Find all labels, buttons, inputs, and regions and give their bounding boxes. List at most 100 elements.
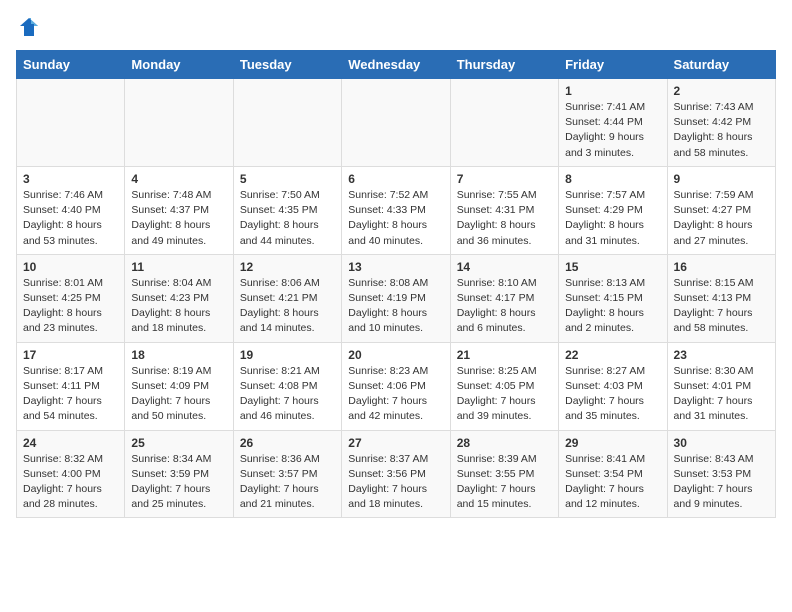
calendar-cell: 6 Sunrise: 7:52 AMSunset: 4:33 PMDaylight… <box>342 166 450 254</box>
calendar-cell: 22Sunrise: 8:27 AMSunset: 4:03 PMDayligh… <box>559 342 667 430</box>
day-info: Sunrise: 8:36 AMSunset: 3:57 PMDaylight:… <box>240 452 335 513</box>
calendar-week-row: 3 Sunrise: 7:46 AMSunset: 4:40 PMDaylight… <box>17 166 776 254</box>
calendar-cell: 8 Sunrise: 7:57 AMSunset: 4:29 PMDaylight… <box>559 166 667 254</box>
calendar-cell: 15 Sunrise: 8:13 AMSunset: 4:15 PMDayligh… <box>559 254 667 342</box>
day-number: 17 <box>23 348 118 362</box>
logo <box>16 16 40 38</box>
calendar-header-monday: Monday <box>125 51 233 79</box>
day-number: 1 <box>565 84 660 98</box>
page-header <box>16 16 776 38</box>
day-info: Sunrise: 8:39 AMSunset: 3:55 PMDaylight:… <box>457 452 552 513</box>
day-number: 12 <box>240 260 335 274</box>
calendar-cell: 3 Sunrise: 7:46 AMSunset: 4:40 PMDaylight… <box>17 166 125 254</box>
day-number: 20 <box>348 348 443 362</box>
calendar-cell: 11 Sunrise: 8:04 AMSunset: 4:23 PMDayligh… <box>125 254 233 342</box>
day-info: Sunrise: 7:48 AMSunset: 4:37 PMDaylight:… <box>131 188 226 249</box>
calendar-cell <box>233 79 341 167</box>
day-number: 15 <box>565 260 660 274</box>
calendar-week-row: 1 Sunrise: 7:41 AMSunset: 4:44 PMDaylight… <box>17 79 776 167</box>
day-info: Sunrise: 8:23 AMSunset: 4:06 PMDaylight:… <box>348 364 443 425</box>
day-number: 25 <box>131 436 226 450</box>
day-number: 3 <box>23 172 118 186</box>
calendar-cell: 23 Sunrise: 8:30 AMSunset: 4:01 PMDayligh… <box>667 342 775 430</box>
calendar-cell: 29 Sunrise: 8:41 AMSunset: 3:54 PMDayligh… <box>559 430 667 518</box>
day-info: Sunrise: 7:46 AMSunset: 4:40 PMDaylight:… <box>23 188 118 249</box>
calendar-cell <box>342 79 450 167</box>
calendar-header-tuesday: Tuesday <box>233 51 341 79</box>
day-number: 6 <box>348 172 443 186</box>
day-number: 8 <box>565 172 660 186</box>
day-number: 5 <box>240 172 335 186</box>
calendar-cell: 30 Sunrise: 8:43 AMSunset: 3:53 PMDayligh… <box>667 430 775 518</box>
day-info: Sunrise: 7:55 AMSunset: 4:31 PMDaylight:… <box>457 188 552 249</box>
logo-icon <box>18 16 40 38</box>
day-info: Sunrise: 8:17 AMSunset: 4:11 PMDaylight:… <box>23 364 118 425</box>
day-number: 21 <box>457 348 552 362</box>
calendar-cell <box>17 79 125 167</box>
calendar-cell: 26 Sunrise: 8:36 AMSunset: 3:57 PMDayligh… <box>233 430 341 518</box>
day-info: Sunrise: 8:32 AMSunset: 4:00 PMDaylight:… <box>23 452 118 513</box>
day-info: Sunrise: 8:27 AMSunset: 4:03 PMDaylight:… <box>565 364 660 425</box>
calendar-cell: 5 Sunrise: 7:50 AMSunset: 4:35 PMDaylight… <box>233 166 341 254</box>
day-info: Sunrise: 7:41 AMSunset: 4:44 PMDaylight:… <box>565 100 660 161</box>
calendar-cell: 28 Sunrise: 8:39 AMSunset: 3:55 PMDayligh… <box>450 430 558 518</box>
day-number: 11 <box>131 260 226 274</box>
calendar-cell: 12 Sunrise: 8:06 AMSunset: 4:21 PMDayligh… <box>233 254 341 342</box>
day-info: Sunrise: 8:04 AMSunset: 4:23 PMDaylight:… <box>131 276 226 337</box>
calendar-week-row: 17 Sunrise: 8:17 AMSunset: 4:11 PMDayligh… <box>17 342 776 430</box>
day-info: Sunrise: 8:19 AMSunset: 4:09 PMDaylight:… <box>131 364 226 425</box>
calendar-cell: 16 Sunrise: 8:15 AMSunset: 4:13 PMDayligh… <box>667 254 775 342</box>
day-info: Sunrise: 8:34 AMSunset: 3:59 PMDaylight:… <box>131 452 226 513</box>
calendar-cell: 18Sunrise: 8:19 AMSunset: 4:09 PMDayligh… <box>125 342 233 430</box>
day-info: Sunrise: 8:30 AMSunset: 4:01 PMDaylight:… <box>674 364 769 425</box>
calendar-header-thursday: Thursday <box>450 51 558 79</box>
calendar-cell: 14 Sunrise: 8:10 AMSunset: 4:17 PMDayligh… <box>450 254 558 342</box>
day-info: Sunrise: 7:52 AMSunset: 4:33 PMDaylight:… <box>348 188 443 249</box>
day-info: Sunrise: 7:43 AMSunset: 4:42 PMDaylight:… <box>674 100 769 161</box>
calendar-table: SundayMondayTuesdayWednesdayThursdayFrid… <box>16 50 776 518</box>
day-number: 27 <box>348 436 443 450</box>
day-info: Sunrise: 8:06 AMSunset: 4:21 PMDaylight:… <box>240 276 335 337</box>
day-info: Sunrise: 8:15 AMSunset: 4:13 PMDaylight:… <box>674 276 769 337</box>
day-info: Sunrise: 8:13 AMSunset: 4:15 PMDaylight:… <box>565 276 660 337</box>
day-info: Sunrise: 8:08 AMSunset: 4:19 PMDaylight:… <box>348 276 443 337</box>
calendar-cell: 19 Sunrise: 8:21 AMSunset: 4:08 PMDayligh… <box>233 342 341 430</box>
calendar-header-sunday: Sunday <box>17 51 125 79</box>
calendar-week-row: 10 Sunrise: 8:01 AMSunset: 4:25 PMDayligh… <box>17 254 776 342</box>
day-info: Sunrise: 8:01 AMSunset: 4:25 PMDaylight:… <box>23 276 118 337</box>
day-info: Sunrise: 8:10 AMSunset: 4:17 PMDaylight:… <box>457 276 552 337</box>
day-info: Sunrise: 8:21 AMSunset: 4:08 PMDaylight:… <box>240 364 335 425</box>
day-info: Sunrise: 7:59 AMSunset: 4:27 PMDaylight:… <box>674 188 769 249</box>
day-info: Sunrise: 8:43 AMSunset: 3:53 PMDaylight:… <box>674 452 769 513</box>
calendar-header-saturday: Saturday <box>667 51 775 79</box>
day-info: Sunrise: 8:37 AMSunset: 3:56 PMDaylight:… <box>348 452 443 513</box>
calendar-cell <box>125 79 233 167</box>
calendar-cell: 7 Sunrise: 7:55 AMSunset: 4:31 PMDaylight… <box>450 166 558 254</box>
day-number: 4 <box>131 172 226 186</box>
calendar-cell: 10 Sunrise: 8:01 AMSunset: 4:25 PMDayligh… <box>17 254 125 342</box>
calendar-cell: 25 Sunrise: 8:34 AMSunset: 3:59 PMDayligh… <box>125 430 233 518</box>
day-info: Sunrise: 8:41 AMSunset: 3:54 PMDaylight:… <box>565 452 660 513</box>
calendar-cell: 21 Sunrise: 8:25 AMSunset: 4:05 PMDayligh… <box>450 342 558 430</box>
calendar-header-row: SundayMondayTuesdayWednesdayThursdayFrid… <box>17 51 776 79</box>
day-number: 10 <box>23 260 118 274</box>
calendar-week-row: 24 Sunrise: 8:32 AMSunset: 4:00 PMDayligh… <box>17 430 776 518</box>
day-number: 28 <box>457 436 552 450</box>
day-number: 24 <box>23 436 118 450</box>
day-info: Sunrise: 8:25 AMSunset: 4:05 PMDaylight:… <box>457 364 552 425</box>
day-number: 13 <box>348 260 443 274</box>
day-number: 19 <box>240 348 335 362</box>
day-number: 30 <box>674 436 769 450</box>
day-number: 23 <box>674 348 769 362</box>
day-number: 26 <box>240 436 335 450</box>
day-number: 7 <box>457 172 552 186</box>
day-number: 29 <box>565 436 660 450</box>
day-info: Sunrise: 7:50 AMSunset: 4:35 PMDaylight:… <box>240 188 335 249</box>
day-info: Sunrise: 7:57 AMSunset: 4:29 PMDaylight:… <box>565 188 660 249</box>
calendar-cell <box>450 79 558 167</box>
day-number: 14 <box>457 260 552 274</box>
day-number: 9 <box>674 172 769 186</box>
calendar-header-friday: Friday <box>559 51 667 79</box>
calendar-cell: 2Sunrise: 7:43 AMSunset: 4:42 PMDaylight… <box>667 79 775 167</box>
day-number: 16 <box>674 260 769 274</box>
